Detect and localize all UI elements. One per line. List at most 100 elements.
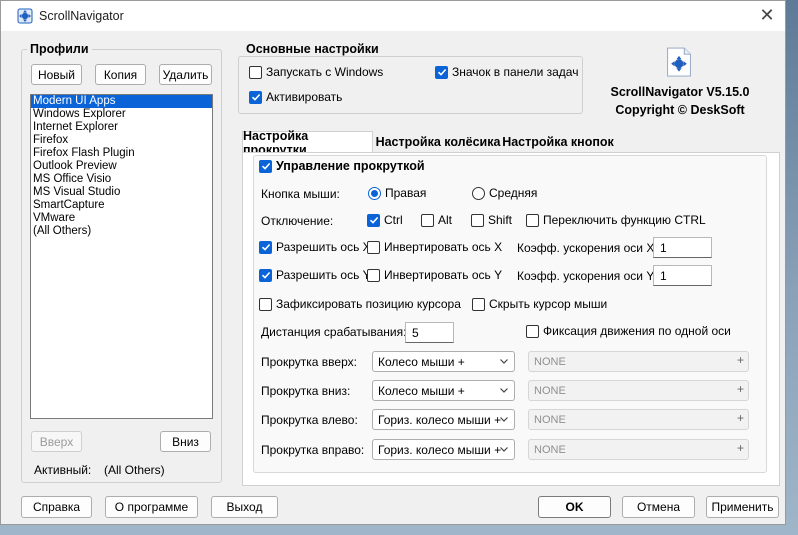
accel-x-label: Коэфф. ускорения оси X — [517, 241, 655, 255]
alt-checkbox[interactable]: Alt — [421, 213, 452, 227]
accel-y-input[interactable]: 1 — [653, 265, 712, 286]
list-item[interactable]: Windows Explorer — [31, 108, 212, 121]
list-item[interactable]: (All Others) — [31, 225, 212, 238]
list-item[interactable]: Firefox — [31, 134, 212, 147]
alt-box[interactable] — [421, 213, 434, 227]
right-radio-dot[interactable] — [368, 186, 381, 200]
scroll-down-label: Прокрутка вниз: — [261, 384, 351, 398]
run-with-windows-label: Запускать с Windows — [266, 65, 384, 79]
ctrl-box[interactable] — [367, 213, 380, 227]
alt-label: Alt — [438, 213, 453, 227]
scroll-down-modifier-field[interactable]: NONE + — [528, 380, 749, 401]
list-item[interactable]: VMware — [31, 212, 212, 225]
list-item[interactable]: Outlook Preview — [31, 160, 212, 173]
tray-icon-checkbox[interactable]: Значок в панели задач — [435, 65, 578, 79]
list-item[interactable]: MS Office Visio — [31, 173, 212, 186]
scroll-control-header[interactable]: Управление прокруткой — [259, 159, 429, 173]
scroll-left-modifier-value: NONE — [534, 413, 566, 426]
scroll-up-modifier-field[interactable]: NONE + — [528, 351, 749, 372]
plus-icon[interactable]: + — [737, 411, 744, 425]
middle-radio-dot[interactable] — [472, 186, 485, 200]
shift-checkbox[interactable]: Shift — [471, 213, 512, 227]
allow-x-checkbox[interactable]: Разрешить ось X — [259, 240, 371, 254]
invert-x-box[interactable] — [367, 240, 380, 254]
distance-input[interactable]: 5 — [405, 322, 454, 343]
hide-cursor-box[interactable] — [472, 297, 485, 311]
fix-cursor-box[interactable] — [259, 297, 272, 311]
one-axis-box[interactable] — [526, 324, 539, 338]
about-button[interactable]: О программе — [105, 496, 198, 518]
move-up-button[interactable]: Вверх — [31, 431, 82, 452]
scroll-control-box[interactable] — [259, 159, 272, 173]
move-down-button[interactable]: Вниз — [160, 431, 211, 452]
copy-profile-button[interactable]: Копия — [95, 64, 146, 85]
invert-x-checkbox[interactable]: Инвертировать ось X — [367, 240, 502, 254]
plus-icon[interactable]: + — [737, 382, 744, 396]
hide-cursor-checkbox[interactable]: Скрыть курсор мыши — [472, 297, 607, 311]
list-item[interactable]: Internet Explorer — [31, 121, 212, 134]
tab-button-settings[interactable]: Настройка кнопок — [502, 131, 614, 152]
scroll-left-modifier-field[interactable]: NONE + — [528, 409, 749, 430]
invert-x-label: Инвертировать ось X — [384, 240, 503, 254]
allow-x-box[interactable] — [259, 240, 272, 254]
list-item[interactable]: MS Visual Studio — [31, 186, 212, 199]
scroll-right-modifier-field[interactable]: NONE + — [528, 439, 749, 460]
list-item[interactable]: Firefox Flash Plugin — [31, 147, 212, 160]
ctrl-checkbox[interactable]: Ctrl — [367, 213, 403, 227]
run-with-windows-box[interactable] — [249, 65, 262, 79]
help-button[interactable]: Справка — [21, 496, 92, 518]
checkmark-icon — [261, 162, 270, 170]
scroll-right-select[interactable]: Гориз. колесо мыши + — [372, 439, 515, 460]
accel-y-label: Коэфф. ускорения оси Y — [517, 269, 655, 283]
ok-button[interactable]: OK — [538, 496, 611, 518]
cancel-button[interactable]: Отмена — [622, 496, 695, 518]
main-window: ScrollNavigator ✕ Профили Новый Копия Уд… — [0, 0, 786, 525]
scroll-down-value: Колесо мыши + — [378, 383, 465, 398]
ctrl-label: Ctrl — [384, 213, 403, 227]
tab-scroll-settings[interactable]: Настройка прокрутки — [242, 129, 373, 157]
tray-icon-label: Значок в панели задач — [452, 65, 579, 79]
list-item[interactable]: SmartCapture — [31, 199, 212, 212]
allow-x-label: Разрешить ось X — [276, 240, 371, 254]
close-icon[interactable]: ✕ — [753, 1, 781, 31]
shift-box[interactable] — [471, 213, 484, 227]
scroll-down-select[interactable]: Колесо мыши + — [372, 380, 515, 401]
scroll-right-value: Гориз. колесо мыши + — [378, 442, 502, 457]
right-button-radio[interactable]: Правая — [368, 186, 426, 200]
invert-y-box[interactable] — [367, 268, 380, 282]
scroll-up-select[interactable]: Колесо мыши + — [372, 351, 515, 372]
scroll-left-select[interactable]: Гориз. колесо мыши + — [372, 409, 515, 430]
tab-wheel-settings[interactable]: Настройка колёсика — [375, 131, 501, 152]
run-with-windows-checkbox[interactable]: Запускать с Windows — [249, 65, 383, 79]
middle-button-radio[interactable]: Средняя — [472, 186, 537, 200]
new-profile-button[interactable]: Новый — [31, 64, 82, 85]
toggle-ctrl-box[interactable] — [526, 213, 539, 227]
activate-box[interactable] — [249, 90, 262, 104]
tray-icon-box[interactable] — [435, 65, 448, 79]
allow-y-label: Разрешить ось Y — [276, 268, 371, 282]
window-title: ScrollNavigator — [39, 9, 124, 23]
scroll-right-label: Прокрутка вправо: — [261, 443, 365, 457]
invert-y-checkbox[interactable]: Инвертировать ось Y — [367, 268, 502, 282]
allow-y-checkbox[interactable]: Разрешить ось Y — [259, 268, 371, 282]
allow-y-box[interactable] — [259, 268, 272, 282]
apply-button[interactable]: Применить — [706, 496, 779, 518]
distance-label: Дистанция срабатывания: — [261, 325, 407, 339]
scroll-up-modifier-value: NONE — [534, 355, 566, 368]
checkmark-icon — [437, 68, 446, 76]
profiles-listbox[interactable]: Modern UI Apps Windows Explorer Internet E… — [30, 94, 213, 419]
list-item[interactable]: Modern UI Apps — [31, 95, 212, 108]
accel-x-input[interactable]: 1 — [653, 237, 712, 258]
chevron-down-icon — [500, 388, 508, 393]
scroll-up-value: Колесо мыши + — [378, 354, 465, 369]
exit-button[interactable]: Выход — [211, 496, 278, 518]
one-axis-checkbox[interactable]: Фиксация движения по одной оси — [526, 324, 731, 338]
plus-icon[interactable]: + — [737, 353, 744, 367]
right-radio-label: Правая — [385, 186, 427, 200]
active-profile-value: (All Others) — [104, 463, 165, 477]
delete-profile-button[interactable]: Удалить — [159, 64, 212, 85]
toggle-ctrl-checkbox[interactable]: Переключить функцию CTRL — [526, 213, 706, 227]
fix-cursor-checkbox[interactable]: Зафиксировать позицию курсора — [259, 297, 461, 311]
activate-checkbox[interactable]: Активировать — [249, 90, 342, 104]
plus-icon[interactable]: + — [737, 441, 744, 455]
